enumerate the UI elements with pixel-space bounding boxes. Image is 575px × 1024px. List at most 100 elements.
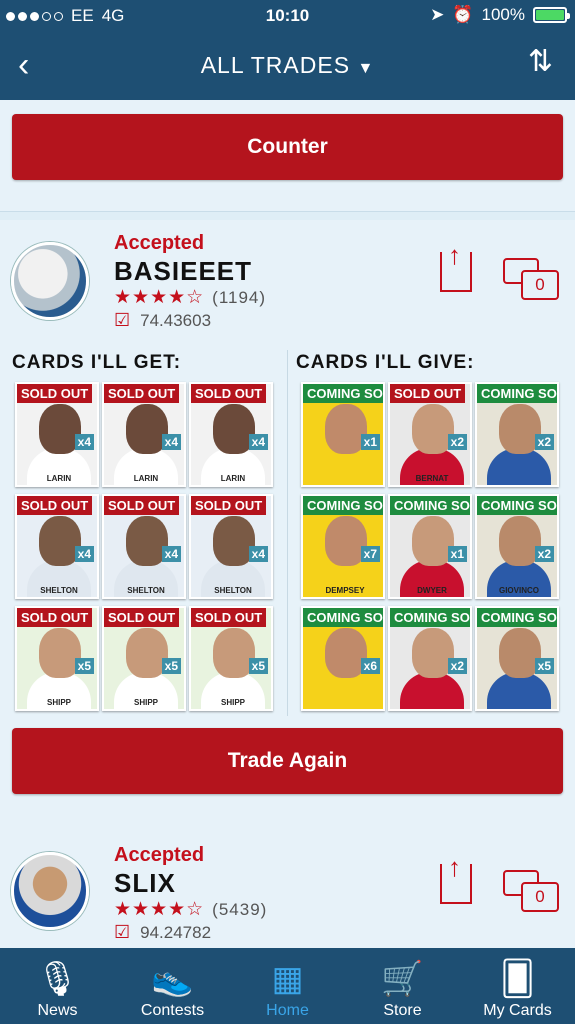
- tab-label: My Cards: [483, 1002, 552, 1019]
- score-value: 94.24782: [140, 922, 212, 942]
- tab-news[interactable]: 🎙 News: [0, 948, 115, 1024]
- share-icon[interactable]: [440, 240, 472, 292]
- card-quantity: x1: [360, 434, 380, 450]
- rating-count: (5439): [212, 899, 268, 919]
- counter-button[interactable]: Counter: [12, 114, 563, 180]
- player-card[interactable]: SOLD OUT x2 BERNAT: [388, 382, 472, 487]
- cards-icon: 🂠: [500, 960, 535, 998]
- sold-out-badge: SOLD OUT: [104, 384, 180, 403]
- card-quantity: x4: [248, 434, 268, 450]
- player-card[interactable]: COMING SOON x6: [301, 606, 385, 711]
- share-icon[interactable]: [440, 852, 472, 904]
- player-name: SHELTON: [40, 586, 78, 595]
- player-card[interactable]: SOLD OUT x4 LARIN: [189, 382, 273, 487]
- username[interactable]: SLIX: [114, 868, 176, 899]
- tab-label: Store: [383, 1002, 422, 1019]
- trade-again-button[interactable]: Trade Again: [12, 728, 563, 794]
- tab-store[interactable]: 🛒 Store: [345, 948, 460, 1024]
- tab-bar: 🎙 News 👟 Contests ▦ Home 🛒 Store 🂠 My Cards: [0, 948, 575, 1024]
- player-card[interactable]: SOLD OUT x4 LARIN: [102, 382, 186, 487]
- player-card[interactable]: COMING SOON x1 DWYER: [388, 494, 472, 599]
- avatar[interactable]: [11, 242, 89, 320]
- chat-icon[interactable]: 0: [503, 258, 559, 302]
- score-value: 74.43603: [140, 310, 212, 330]
- trade-card: Accepted BASIEEET ★★★★☆ (1194) ☑ 74.4360…: [0, 220, 575, 920]
- card-quantity: x1: [447, 546, 467, 562]
- rating: ★★★★☆ (1194): [114, 286, 266, 309]
- player-card[interactable]: COMING SOON x2: [388, 606, 472, 711]
- player-name: SHIPP: [133, 698, 158, 707]
- page-title-label: ALL TRADES: [200, 52, 351, 78]
- coming-soon-badge: COMING SOON: [477, 608, 557, 627]
- username[interactable]: BASIEEET: [114, 256, 252, 287]
- chat-count: 0: [521, 882, 559, 912]
- player-name: DEMPSEY: [325, 586, 365, 595]
- give-heading: CARDS I'LL GIVE:: [296, 352, 475, 373]
- chat-icon[interactable]: 0: [503, 870, 559, 914]
- player-name: BERNAT: [415, 474, 449, 483]
- score: ☑ 74.43603: [114, 310, 211, 331]
- player-card[interactable]: SOLD OUT x5 SHIPP: [189, 606, 273, 711]
- sold-out-badge: SOLD OUT: [17, 496, 93, 515]
- status-bar: EE 4G 10:10 ➤ ⏰ 100%: [0, 0, 575, 32]
- card-quantity: x2: [534, 546, 554, 562]
- sold-out-badge: SOLD OUT: [191, 384, 267, 403]
- player-card[interactable]: SOLD OUT x5 SHIPP: [15, 606, 99, 711]
- player-card[interactable]: COMING SOON x7 DEMPSEY: [301, 494, 385, 599]
- chat-count: 0: [521, 270, 559, 300]
- sold-out-badge: SOLD OUT: [390, 384, 466, 403]
- microphone-icon: 🎙: [35, 960, 80, 998]
- sold-out-badge: SOLD OUT: [191, 608, 267, 627]
- battery-percent: 100%: [481, 5, 525, 24]
- page-title[interactable]: ALL TRADES ▼: [0, 52, 575, 79]
- trade-status: Accepted: [114, 232, 205, 254]
- cards-check-icon: ☑: [114, 922, 131, 942]
- caret-down-icon: ▼: [357, 60, 375, 77]
- cards-check-icon: ☑: [114, 310, 131, 330]
- player-card[interactable]: COMING SOON x1: [301, 382, 385, 487]
- coming-soon-badge: COMING SOON: [477, 496, 557, 515]
- rating: ★★★★☆ (5439): [114, 898, 267, 921]
- player-name: LARIN: [133, 474, 159, 483]
- player-name: SHELTON: [214, 586, 252, 595]
- tab-my-cards[interactable]: 🂠 My Cards: [460, 948, 575, 1024]
- battery-icon: [533, 7, 570, 23]
- card-quantity: x4: [74, 434, 94, 450]
- coming-soon-badge: COMING SOON: [390, 496, 470, 515]
- coming-soon-badge: COMING SOON: [303, 384, 383, 403]
- card-quantity: x4: [248, 546, 268, 562]
- card-quantity: x6: [360, 658, 380, 674]
- previous-trade-footer: Counter: [0, 100, 575, 212]
- column-divider: [287, 350, 288, 716]
- get-cards-grid: SOLD OUT x4 LARIN SOLD OUT x4 LARIN SOLD OUT x4…: [15, 382, 273, 711]
- sold-out-badge: SOLD OUT: [191, 496, 267, 515]
- rating-stars-icon: ★★★★☆: [114, 899, 205, 920]
- sort-arrows-icon[interactable]: ⇅: [528, 44, 553, 79]
- player-card[interactable]: SOLD OUT x4 LARIN: [15, 382, 99, 487]
- coming-soon-badge: COMING SOON: [303, 608, 383, 627]
- avatar[interactable]: [11, 852, 89, 930]
- player-card[interactable]: SOLD OUT x5 SHIPP: [102, 606, 186, 711]
- card-quantity: x2: [534, 434, 554, 450]
- card-quantity: x4: [74, 546, 94, 562]
- player-card[interactable]: COMING SOON x5: [475, 606, 559, 711]
- tab-home[interactable]: ▦ Home: [230, 948, 345, 1024]
- location-icon: ➤: [430, 5, 445, 24]
- card-quantity: x5: [534, 658, 554, 674]
- player-card[interactable]: SOLD OUT x4 SHELTON: [102, 494, 186, 599]
- trade-list[interactable]: Counter Accepted BASIEEET ★★★★☆ (1194) ☑…: [0, 100, 575, 948]
- goal-net-icon: ▦: [271, 960, 304, 998]
- card-quantity: x5: [248, 658, 268, 674]
- trade-status: Accepted: [114, 844, 205, 866]
- player-card[interactable]: SOLD OUT x4 SHELTON: [189, 494, 273, 599]
- tab-contests[interactable]: 👟 Contests: [115, 948, 230, 1024]
- tab-label: Contests: [140, 1002, 205, 1019]
- player-name: SHIPP: [220, 698, 245, 707]
- give-cards-grid: COMING SOON x1 SOLD OUT x2 BERNAT COMING SOON…: [301, 382, 559, 711]
- player-card[interactable]: COMING SOON x2 GIOVINCO: [475, 494, 559, 599]
- player-card[interactable]: SOLD OUT x4 SHELTON: [15, 494, 99, 599]
- player-card[interactable]: COMING SOON x2: [475, 382, 559, 487]
- coming-soon-badge: COMING SOON: [477, 384, 557, 403]
- sold-out-badge: SOLD OUT: [104, 608, 180, 627]
- cleat-icon: 👟: [151, 960, 194, 998]
